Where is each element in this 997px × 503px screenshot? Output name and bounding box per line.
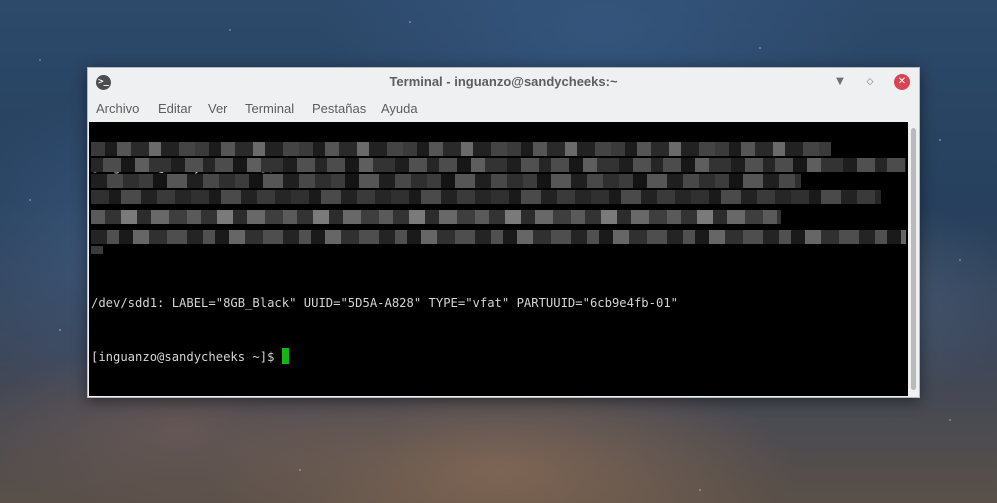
menu-ver[interactable]: Ver: [208, 101, 228, 116]
menu-editar[interactable]: Editar: [158, 101, 192, 116]
menu-archivo[interactable]: Archivo: [96, 101, 139, 116]
shell-prompt: [inguanzo@sandycheeks ~]$: [91, 350, 282, 364]
menu-bar: Archivo Editar Ver Terminal Pestañas Ayu…: [88, 96, 919, 122]
scrollbar[interactable]: [908, 122, 919, 396]
maximize-icon[interactable]: ◇: [862, 74, 878, 90]
text-cursor: [281, 348, 289, 364]
blkid-output-line: /dev/sdd1: LABEL="8GB_Black" UUID="5D5A-…: [91, 296, 678, 310]
pixelated-redacted-output: [91, 140, 906, 255]
menu-pestanas[interactable]: Pestañas: [312, 101, 366, 116]
active-prompt-line: [inguanzo@sandycheeks ~]$: [91, 348, 678, 366]
menu-terminal[interactable]: Terminal: [245, 101, 294, 116]
terminal-window: >_ Terminal - inguanzo@sandycheeks:~ ▼ ◇…: [87, 67, 920, 398]
close-icon[interactable]: ✕: [894, 74, 910, 90]
window-title: Terminal - inguanzo@sandycheeks:~: [389, 74, 618, 89]
minimize-icon[interactable]: ▼: [832, 74, 848, 90]
terminal-output-area[interactable]: [inguanzo@sandycheeks ~]$ blkid /dev/sdd…: [89, 122, 908, 396]
scrollbar-thumb[interactable]: [911, 128, 916, 390]
menu-ayuda[interactable]: Ayuda: [381, 101, 418, 116]
title-bar[interactable]: >_ Terminal - inguanzo@sandycheeks:~ ▼ ◇…: [88, 68, 919, 96]
